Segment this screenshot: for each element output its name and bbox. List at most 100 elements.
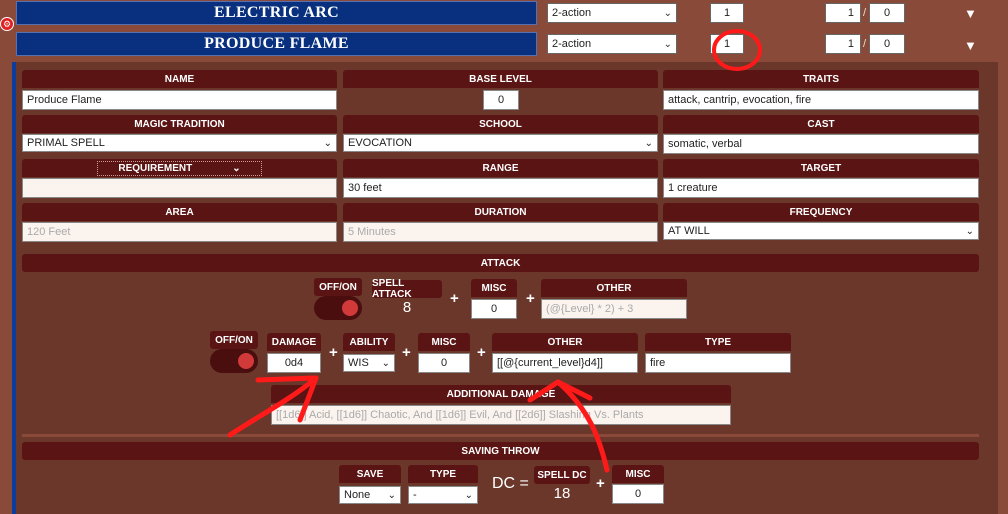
damage-toggle-label: OFF/ON	[210, 331, 258, 349]
save-value: None	[344, 489, 371, 501]
uses-current-input-electric-arc[interactable]: 1	[825, 3, 861, 23]
triangle-down-icon[interactable]: ▼	[964, 38, 977, 53]
chevron-down-icon: ⌄	[323, 137, 332, 149]
frequency-label: FREQUENCY	[663, 203, 979, 221]
toggle-knob	[238, 353, 254, 369]
base-level-input[interactable]: 0	[483, 90, 519, 110]
spell-dc-label: SPELL DC	[534, 466, 590, 484]
uses-separator: /	[863, 7, 867, 19]
spell-dc-value: 18	[553, 485, 571, 502]
action-value: 2-action	[552, 7, 592, 19]
spell-attack-label: SPELL ATTACK	[372, 278, 442, 300]
target-input[interactable]: 1 creature	[663, 178, 979, 198]
additional-damage-label: ADDITIONAL DAMAGE	[271, 385, 731, 403]
toggle-knob	[342, 300, 358, 316]
spell-name-electric-arc[interactable]: ELECTRIC ARC	[16, 1, 537, 25]
attack-section-header: ATTACK	[22, 254, 979, 272]
magic-tradition-select[interactable]: PRIMAL SPELL ⌄	[22, 134, 337, 152]
range-input[interactable]: 30 feet	[343, 178, 658, 198]
chevron-down-icon: ⌄	[232, 162, 241, 174]
action-select-produce-flame[interactable]: 2-action ⌄	[547, 34, 677, 54]
action-select-electric-arc[interactable]: 2-action ⌄	[547, 3, 677, 23]
damage-toggle[interactable]	[210, 349, 258, 373]
action-value: 2-action	[552, 38, 592, 50]
base-level-label: BASE LEVEL	[343, 70, 658, 88]
spell-level-input-electric-arc[interactable]: 1	[710, 3, 744, 23]
uses-max-input-electric-arc[interactable]: 0	[869, 3, 905, 23]
name-input[interactable]: Produce Flame	[22, 90, 337, 110]
school-label: SCHOOL	[343, 115, 658, 133]
damage-input[interactable]: 0d4	[267, 353, 321, 373]
gear-icon[interactable]: ⚙	[0, 17, 14, 31]
ability-value: WIS	[348, 357, 369, 369]
plus-sign: +	[329, 344, 338, 361]
cast-label: CAST	[663, 115, 979, 133]
spell-row-electric-arc: ELECTRIC ARC 2-action ⌄ 1 1 / 0 ▼	[0, 0, 1008, 28]
spell-attack-value: 8	[402, 299, 412, 316]
ability-select[interactable]: WIS ⌄	[343, 354, 395, 372]
duration-label: DURATION	[343, 203, 658, 221]
chevron-down-icon: ⌄	[644, 137, 653, 149]
damage-misc-label: MISC	[418, 333, 470, 351]
magic-tradition-value: PRIMAL SPELL	[27, 137, 105, 149]
attack-misc-label: MISC	[471, 279, 517, 297]
save-misc-label: MISC	[612, 465, 664, 483]
chevron-down-icon: ⌄	[663, 38, 672, 50]
chevron-down-icon: ⌄	[464, 489, 473, 501]
name-label: NAME	[22, 70, 337, 88]
frequency-value: AT WILL	[668, 225, 710, 237]
dc-equals-label: DC =	[492, 475, 529, 492]
uses-current-input-produce-flame[interactable]: 1	[825, 34, 861, 54]
save-select[interactable]: None ⌄	[339, 486, 401, 504]
plus-sign: +	[450, 290, 459, 307]
save-type-select[interactable]: - ⌄	[408, 486, 478, 504]
damage-type-label: TYPE	[645, 333, 791, 351]
range-label: RANGE	[343, 159, 658, 177]
plus-sign: +	[402, 344, 411, 361]
ability-label: ABILITY	[343, 333, 395, 351]
requirement-label[interactable]: REQUIREMENT ⌄	[22, 159, 337, 177]
uses-max-input-produce-flame[interactable]: 0	[869, 34, 905, 54]
attack-toggle-label: OFF/ON	[314, 278, 362, 296]
additional-damage-input[interactable]: [[1d6]] Acid, [[1d6]] Chaotic, And [[1d6…	[271, 405, 731, 425]
save-misc-input[interactable]: 0	[612, 484, 664, 504]
plus-sign: +	[596, 475, 605, 492]
cast-input[interactable]: somatic, verbal	[663, 134, 979, 154]
damage-other-label: OTHER	[492, 333, 638, 351]
save-type-label: TYPE	[408, 465, 478, 483]
damage-type-input[interactable]: fire	[645, 353, 791, 373]
traits-label: TRAITS	[663, 70, 979, 88]
area-label: AREA	[22, 203, 337, 221]
section-divider	[22, 434, 979, 437]
save-type-value: -	[413, 489, 417, 501]
damage-label: DAMAGE	[267, 333, 321, 351]
save-label: SAVE	[339, 465, 401, 483]
attack-toggle[interactable]	[314, 296, 362, 320]
chevron-down-icon: ⌄	[965, 225, 974, 237]
plus-sign: +	[477, 344, 486, 361]
plus-sign: +	[526, 290, 535, 307]
chevron-down-icon: ⌄	[387, 489, 396, 501]
attack-misc-input[interactable]: 0	[471, 299, 517, 319]
attack-other-label: OTHER	[541, 279, 687, 297]
school-select[interactable]: EVOCATION ⌄	[343, 134, 658, 152]
duration-input[interactable]: 5 Minutes	[343, 222, 658, 242]
saving-throw-section-header: SAVING THROW	[22, 442, 979, 460]
target-label: TARGET	[663, 159, 979, 177]
traits-input[interactable]: attack, cantrip, evocation, fire	[663, 90, 979, 110]
frequency-select[interactable]: AT WILL ⌄	[663, 222, 979, 240]
triangle-down-icon[interactable]: ▼	[964, 6, 977, 21]
spell-detail-panel: NAME Produce Flame BASE LEVEL 0 TRAITS a…	[12, 62, 998, 514]
spell-name-produce-flame[interactable]: PRODUCE FLAME	[16, 32, 537, 56]
damage-misc-input[interactable]: 0	[418, 353, 470, 373]
damage-other-input[interactable]: [[@{current_level}d4]]	[492, 353, 638, 373]
area-input[interactable]: 120 Feet	[22, 222, 337, 242]
magic-tradition-label: MAGIC TRADITION	[22, 115, 337, 133]
attack-other-input[interactable]: (@{Level} * 2) + 3	[541, 299, 687, 319]
requirement-input[interactable]	[22, 178, 337, 198]
chevron-down-icon: ⌄	[663, 7, 672, 19]
spell-row-produce-flame: PRODUCE FLAME 2-action ⌄ 1 1 / 0 ▼	[0, 31, 1008, 59]
uses-separator: /	[863, 38, 867, 50]
spell-level-input-produce-flame[interactable]: 1	[710, 34, 744, 54]
requirement-label-text: REQUIREMENT	[118, 162, 193, 174]
